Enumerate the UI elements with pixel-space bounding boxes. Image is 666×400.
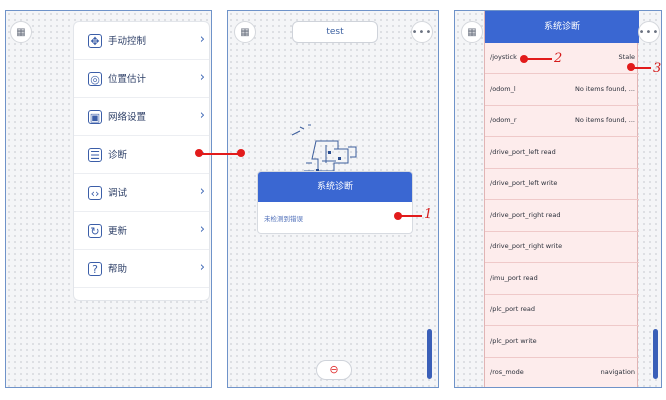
callout-label-1: 1 — [424, 207, 433, 222]
diagnostic-value: No items found, ... — [574, 84, 635, 93]
diagnostic-key: /joystick — [490, 53, 517, 61]
diagnosis-dialog[interactable]: 系统诊断 未检测到错误 — [257, 171, 413, 234]
chevron-right-icon: › — [199, 184, 205, 199]
diagnostic-row[interactable]: /plc_port write — [485, 327, 639, 358]
more-icon[interactable]: ••• — [638, 21, 660, 43]
diagnostic-row[interactable]: /ros_mode navigation — [485, 358, 639, 387]
diagnostic-row[interactable]: /imu_port read — [485, 264, 639, 295]
callout-label-2: 2 — [554, 51, 563, 66]
diagnostic-row[interactable]: /drive_port_left read — [485, 138, 639, 169]
callout-dot — [237, 149, 245, 157]
menu-item-label: 更新 — [108, 226, 128, 237]
diagnostic-row[interactable]: /plc_port read — [485, 295, 639, 326]
scrollbar[interactable] — [427, 329, 432, 379]
menu-item-7[interactable]: ? 帮助 › — [74, 250, 209, 288]
callout-connector — [199, 153, 241, 155]
map-title[interactable]: test — [292, 21, 378, 43]
callout-label-3: 3 — [653, 61, 662, 76]
diagnostic-key: /drive_port_left write — [490, 179, 558, 187]
menu-item-label: 调试 — [108, 188, 128, 199]
menu-item-label: 诊断 — [108, 150, 128, 161]
move-icon: ✥ — [88, 34, 102, 48]
chevron-right-icon: › — [199, 260, 205, 275]
menu-item-1[interactable]: ✥ 手动控制 › — [74, 22, 209, 60]
update-icon: ↻ — [88, 224, 102, 238]
diagnostic-value: No items found, ... — [574, 116, 635, 124]
menu-item-4[interactable]: ☰诊断› — [74, 136, 209, 174]
grid-icon[interactable]: ▦ — [461, 21, 483, 43]
chevron-right-icon: › — [199, 222, 205, 237]
chevron-right-icon: › — [199, 108, 205, 123]
diagnostic-key: /imu_port read — [490, 273, 538, 282]
phone-panel-menu: ▦ ✥手动控制›◎位置估计›▣网络设置›☰诊断›‹›调试›↻更新›?帮助› — [5, 10, 212, 388]
menu-item-6[interactable]: ↻ 更新 › — [74, 212, 209, 250]
diagnostic-value: navigation — [600, 368, 635, 376]
diagnostic-key: /plc_port read — [490, 305, 535, 313]
more-icon[interactable]: ••• — [411, 21, 433, 43]
scrollbar[interactable] — [653, 329, 658, 379]
minus-circle-icon[interactable]: ⊖ — [316, 360, 352, 380]
diagnostic-row[interactable]: /drive_port_right read — [485, 201, 639, 232]
menu-item-label: 手动控制 — [108, 36, 147, 47]
diagnostic-key: /odom_l — [490, 84, 516, 93]
chevron-right-icon: › — [199, 32, 205, 47]
callout-line — [524, 58, 552, 60]
diagnostic-key: /drive_port_right read — [490, 210, 561, 219]
diagnostic-key: /drive_port_left read — [490, 147, 556, 156]
diagnostic-row[interactable]: /drive_port_left write — [485, 169, 639, 200]
side-menu: ✥手动控制›◎位置估计›▣网络设置›☰诊断›‹›调试›↻更新›?帮助› — [73, 21, 210, 301]
diagnostic-value: Stale — [618, 53, 635, 61]
menu-item-5[interactable]: ‹› 调试 › — [74, 174, 209, 212]
menu-item-label: 位置估计 — [108, 74, 147, 85]
dialog-message: 未检测到错误 — [264, 215, 303, 223]
diagnose-icon: ☰ — [88, 148, 102, 162]
menu-item-label: 网络设置 — [108, 112, 147, 123]
menu-item-3[interactable]: ▣ 网络设置 › — [74, 98, 209, 136]
network-icon: ▣ — [88, 110, 102, 124]
callout-line — [631, 67, 651, 69]
debug-icon: ‹› — [88, 186, 102, 200]
diagnostic-key: /plc_port write — [490, 336, 537, 345]
diagnostic-row[interactable]: /odom_l No items found, ... — [485, 75, 639, 106]
dialog-title: 系统诊断 — [258, 172, 412, 202]
grid-icon[interactable]: ▦ — [10, 21, 32, 43]
diagnostic-key: /drive_port_right write — [490, 242, 563, 250]
callout-line — [398, 215, 422, 217]
phone-panel-map: ▦ test ••• 系统诊断 未检测到错误 ⊖ — [227, 10, 439, 388]
help-icon: ? — [88, 262, 102, 276]
diagnostic-key: /odom_r — [490, 116, 517, 124]
diagnostics-panel: 系统诊断 /joystick Stale/odom_l No items found… — [484, 11, 639, 387]
diagnostic-key: /ros_mode — [490, 368, 524, 376]
menu-item-2[interactable]: ◎ 位置估计 › — [74, 60, 209, 98]
chevron-right-icon: › — [199, 70, 205, 85]
annotated-screenshot: ▦ ✥手动控制›◎位置估计›▣网络设置›☰诊断›‹›调试›↻更新›?帮助› ▦ … — [0, 0, 666, 400]
diagnostics-title: 系统诊断 — [485, 11, 639, 43]
callout-dot — [195, 149, 203, 157]
grid-icon[interactable]: ▦ — [234, 21, 256, 43]
diagnostic-row[interactable]: /odom_r No items found, ... — [485, 106, 639, 137]
menu-item-label: 帮助 — [108, 264, 128, 275]
location-icon: ◎ — [88, 72, 102, 86]
diagnostic-row[interactable]: /drive_port_right write — [485, 232, 639, 263]
